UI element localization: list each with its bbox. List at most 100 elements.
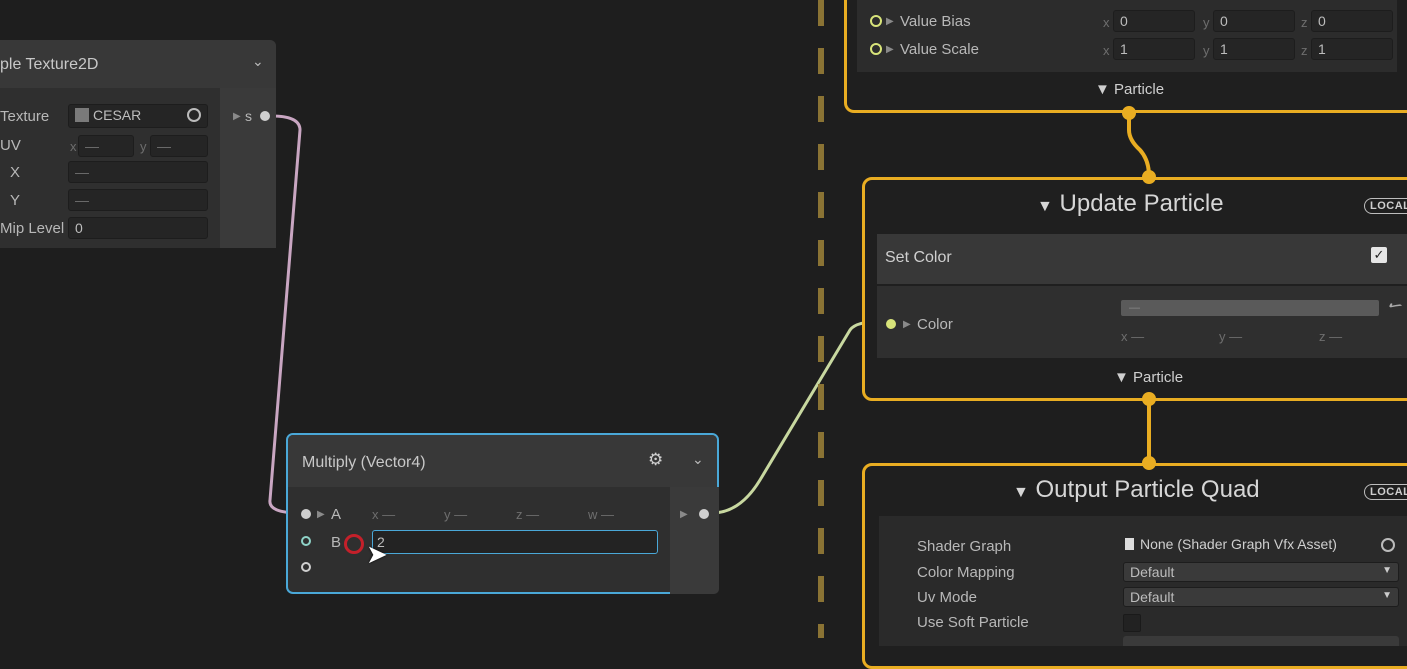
- flow-input-port[interactable]: [1142, 456, 1156, 470]
- gear-icon[interactable]: ⚙: [648, 450, 663, 470]
- b-value-input[interactable]: 2: [372, 530, 658, 554]
- a-w-field[interactable]: w —: [588, 507, 614, 522]
- shader-graph-field[interactable]: None (Shader Graph Vfx Asset): [1125, 536, 1395, 556]
- output-s-port[interactable]: [260, 111, 270, 121]
- a-x-axis: x: [372, 507, 379, 522]
- use-soft-particle-label: Use Soft Particle: [917, 614, 1029, 631]
- uv-x-value: —: [85, 138, 99, 154]
- eyedropper-icon[interactable]: ✓: [1382, 294, 1407, 320]
- bias-z-axis: z: [1301, 15, 1308, 30]
- output-s-label: s: [245, 108, 252, 124]
- set-color-block-header[interactable]: Set Color ✓: [877, 234, 1407, 284]
- color-z-value: —: [1329, 329, 1343, 344]
- flow-input-port[interactable]: [1142, 170, 1156, 184]
- update-particle-context[interactable]: ▼ Update Particle LOCAL Set Color ✓ ▶ Co…: [862, 177, 1407, 401]
- chevron-down-icon[interactable]: ⌄: [692, 451, 704, 468]
- color-mapping-label: Color Mapping: [917, 564, 1015, 581]
- scale-y-field[interactable]: 1: [1213, 38, 1295, 60]
- context-title: ▼ Output Particle Quad: [1013, 476, 1260, 504]
- context-title: ▼ Update Particle: [1037, 190, 1224, 218]
- a-y-field[interactable]: y —: [444, 507, 467, 522]
- particle-icon: ▼: [1114, 369, 1129, 386]
- scale-z-field[interactable]: 1: [1311, 38, 1393, 60]
- y-field[interactable]: —: [68, 189, 208, 211]
- bias-y-field[interactable]: 0: [1213, 10, 1295, 32]
- edge-multiply-to-color: [711, 319, 887, 515]
- a-x-field[interactable]: x —: [372, 507, 395, 522]
- sample-texture-node[interactable]: ple Texture2D ⌄ Texture CESAR UV x — y —…: [0, 40, 276, 248]
- shader-graph-value: None (Shader Graph Vfx Asset): [1140, 536, 1337, 552]
- dropdown-arrow-icon: ▼: [1382, 565, 1392, 576]
- a-y-value: —: [454, 507, 468, 522]
- attribute-block[interactable]: ▶ Value Bias x 0 y 0 z 0 ▶ Value Scale x…: [857, 0, 1397, 72]
- a-w-axis: w: [588, 507, 598, 522]
- output-port[interactable]: [699, 509, 709, 519]
- uv-x-label: x: [70, 139, 77, 154]
- scale-z-axis: z: [1301, 43, 1308, 58]
- scale-y-value: 1: [1220, 41, 1228, 57]
- initialize-context[interactable]: ▶ Value Bias x 0 y 0 z 0 ▶ Value Scale x…: [844, 0, 1407, 113]
- file-icon: [1125, 538, 1134, 550]
- bias-x-value: 0: [1120, 13, 1128, 29]
- a-z-field[interactable]: z —: [516, 507, 539, 522]
- particle-footer: ▼ Particle: [1095, 81, 1164, 98]
- color-mapping-value: Default: [1130, 564, 1175, 580]
- mip-level-field[interactable]: 0: [68, 217, 208, 239]
- particle-footer-label: Particle: [1133, 369, 1184, 386]
- object-picker-icon[interactable]: [1381, 538, 1395, 552]
- expand-arrow-icon[interactable]: ▶: [903, 319, 911, 330]
- y-label: Y: [10, 192, 21, 209]
- multiply-node[interactable]: Multiply (Vector4) ⚙ ⌄ ▶ A x — y — z — w…: [286, 433, 719, 594]
- y-value: —: [75, 192, 89, 208]
- uv-x-field[interactable]: —: [78, 135, 134, 157]
- multiply-header[interactable]: Multiply (Vector4) ⚙ ⌄: [288, 435, 717, 487]
- bias-x-field[interactable]: 0: [1113, 10, 1195, 32]
- output-particle-quad-context[interactable]: ▼ Output Particle Quad LOCAL Shader Grap…: [862, 463, 1407, 669]
- value-scale-port[interactable]: [870, 43, 882, 55]
- input-b-port[interactable]: [301, 536, 311, 546]
- bias-y-value: 0: [1220, 13, 1228, 29]
- value-scale-label: Value Scale: [900, 41, 979, 58]
- particle-footer: ▼ Particle: [1114, 369, 1183, 386]
- uv-mode-value: Default: [1130, 589, 1175, 605]
- color-input-port[interactable]: [886, 319, 896, 329]
- expand-arrow-icon[interactable]: ▶: [317, 509, 325, 520]
- value-bias-label: Value Bias: [900, 13, 971, 30]
- chevron-down-icon[interactable]: ⌄: [252, 53, 264, 70]
- uv-y-field[interactable]: —: [150, 135, 208, 157]
- expand-arrow-icon[interactable]: ▶: [886, 16, 894, 27]
- particle-icon: ▼: [1013, 484, 1029, 501]
- texture-label: Texture: [0, 108, 50, 125]
- x-field[interactable]: —: [68, 161, 208, 183]
- flow-output-port[interactable]: [1142, 392, 1156, 406]
- expand-arrow-icon[interactable]: ▶: [680, 509, 688, 520]
- use-soft-particle-checkbox[interactable]: [1123, 614, 1141, 632]
- a-z-value: —: [526, 507, 540, 522]
- texture-object-field[interactable]: CESAR: [68, 104, 208, 128]
- expand-arrow-icon[interactable]: ▶: [233, 111, 241, 122]
- color-swatch-field[interactable]: —: [1121, 300, 1379, 316]
- uv-mode-label: Uv Mode: [917, 589, 978, 606]
- color-z-field[interactable]: z —: [1319, 329, 1342, 344]
- flow-output-port[interactable]: [1122, 106, 1136, 120]
- scale-x-field[interactable]: 1: [1113, 38, 1195, 60]
- value-bias-port[interactable]: [870, 15, 882, 27]
- sample-texture-header[interactable]: ple Texture2D ⌄: [0, 40, 276, 88]
- object-picker-icon[interactable]: [187, 108, 201, 122]
- bias-z-field[interactable]: 0: [1311, 10, 1393, 32]
- scale-x-value: 1: [1120, 41, 1128, 57]
- input-a-port[interactable]: [301, 509, 311, 519]
- particle-icon: ▼: [1095, 81, 1110, 98]
- color-y-axis: y: [1219, 329, 1226, 344]
- color-y-field[interactable]: y —: [1219, 329, 1242, 344]
- enable-checkbox[interactable]: ✓: [1371, 247, 1387, 263]
- color-mapping-dropdown[interactable]: Default ▼: [1123, 562, 1399, 582]
- output-column: [670, 487, 719, 594]
- color-x-field[interactable]: x —: [1121, 329, 1144, 344]
- input-c-port[interactable]: [301, 562, 311, 572]
- uv-mode-dropdown[interactable]: Default ▼: [1123, 587, 1399, 607]
- node-title: ple Texture2D: [0, 56, 99, 73]
- flow-edge-top-to-update: [1127, 113, 1151, 177]
- local-badge: LOCAL: [1364, 198, 1407, 214]
- expand-arrow-icon[interactable]: ▶: [886, 44, 894, 55]
